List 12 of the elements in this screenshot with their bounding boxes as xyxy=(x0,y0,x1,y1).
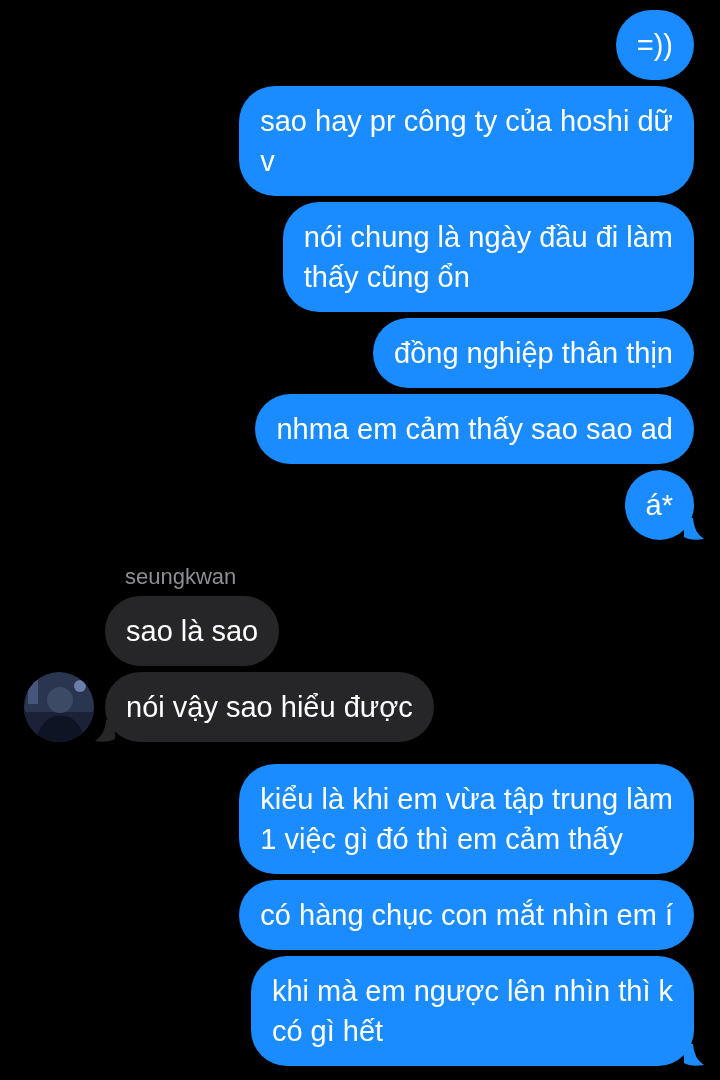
message-bubble: nhma em cảm thấy sao sao ad xyxy=(255,394,694,464)
message-bubble: có hàng chục con mắt nhìn em í xyxy=(239,880,694,950)
message-bubble: khi mà em ngược lên nhìn thì k có gì hết xyxy=(250,956,694,1066)
sender-name: seungkwan xyxy=(125,564,237,589)
message-bubble: sao hay pr công ty của hoshi dữ v xyxy=(239,86,694,196)
message-bubble: sao là sao xyxy=(105,596,280,666)
message-bubble: á* xyxy=(624,470,694,540)
message-bubble: nói chung là ngày đầu đi làm thấy cũng ổn xyxy=(282,202,694,312)
message-bubble: kiểu là khi em vừa tập trung làm 1 việc gì đó thì em cảm thấy xyxy=(239,764,694,874)
message-bubble: đồng nghiệp thân thịn xyxy=(373,318,694,388)
message-bubble: nói vậy sao hiểu được xyxy=(105,672,434,742)
message-bubble: =)) xyxy=(615,10,694,80)
